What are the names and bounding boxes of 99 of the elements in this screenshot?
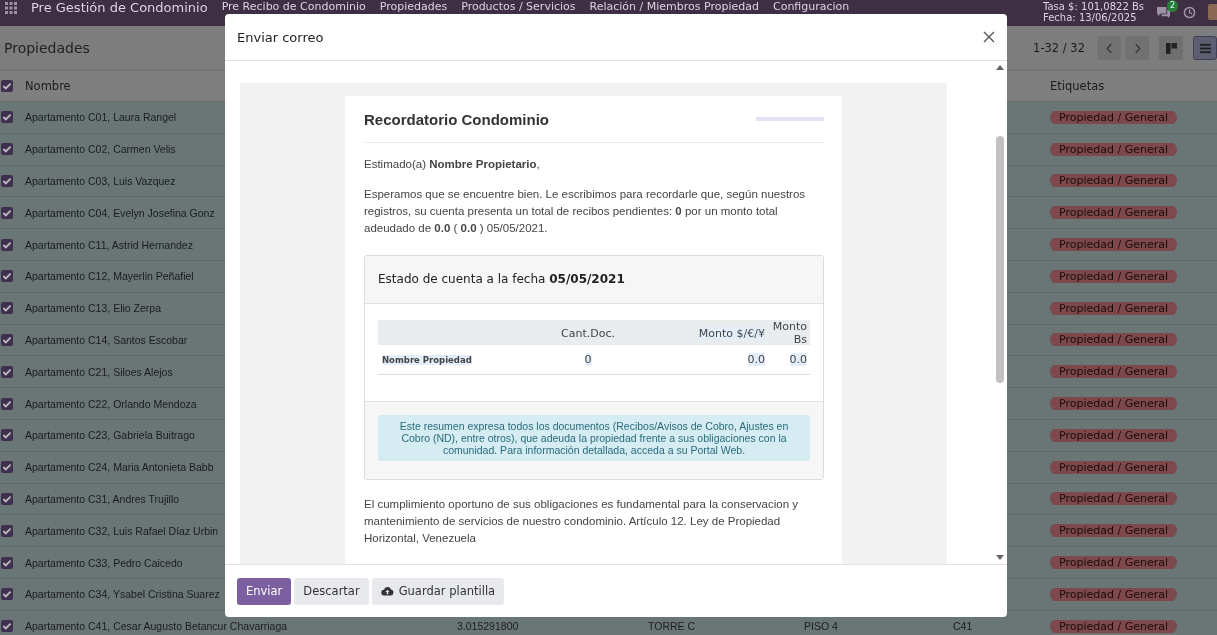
- rate-date: Fecha: 13/06/2025: [1043, 12, 1138, 23]
- pager-value: 1-32 / 32: [1033, 41, 1085, 55]
- table-cell: 3.015291800: [457, 620, 519, 633]
- chat-icon[interactable]: [1156, 5, 1171, 19]
- tag: Propiedad / General: [1050, 269, 1177, 283]
- table-cell: Apartamento C41, Cesar Augusto Betancur Chavarriaga: [25, 620, 288, 633]
- notification-badge: 2: [1166, 0, 1178, 12]
- row-checkbox[interactable]: [1, 111, 13, 124]
- row-checkbox[interactable]: [1, 302, 13, 315]
- up-arrow-icon[interactable]: [996, 65, 1004, 70]
- table-cell: Nombre Propiedad: [382, 355, 472, 365]
- menu-item[interactable]: Propiedades: [379, 1, 448, 13]
- column-header: Monto Bs: [772, 320, 807, 346]
- tag: Propiedad / General: [1050, 206, 1177, 220]
- menu-item[interactable]: Productos / Servicios: [461, 1, 576, 13]
- table-cell: Apartamento C31, Andres Trujillo: [25, 492, 180, 505]
- list-icon: [1199, 42, 1211, 54]
- list-view-button[interactable]: [1193, 36, 1217, 60]
- menu-item[interactable]: Relación / Miembros Propiedad: [589, 1, 759, 13]
- row-checkbox[interactable]: [1, 206, 13, 219]
- row-checkbox[interactable]: [1, 397, 13, 410]
- tag: Propiedad / General: [1050, 492, 1177, 506]
- table-cell: PISO 4: [804, 620, 838, 633]
- menu-item[interactable]: Configuracion: [772, 1, 850, 13]
- tag: Propiedad / General: [1050, 397, 1177, 411]
- tag: Propiedad / General: [1050, 460, 1177, 474]
- table-cell: Apartamento C14, Santos Escobar: [25, 333, 188, 346]
- row-checkbox[interactable]: [1, 238, 13, 251]
- table-cell: Apartamento C22, Orlando Mendoza: [25, 397, 197, 410]
- clock-icon[interactable]: [1183, 5, 1196, 19]
- row-checkbox[interactable]: [1, 588, 13, 601]
- column-header: Cant.Doc.: [561, 326, 615, 340]
- row-checkbox[interactable]: [1, 175, 13, 187]
- table-cell: Apartamento C11, Astrid Hernandez: [25, 238, 193, 251]
- down-arrow-icon[interactable]: [996, 555, 1004, 560]
- row-checkbox[interactable]: [1, 556, 13, 569]
- close-icon[interactable]: [983, 31, 995, 43]
- table-cell: Apartamento C12, Mayerlin Peñafiel: [25, 270, 194, 283]
- table-cell: Apartamento C03, Luis Vazquez: [25, 175, 176, 187]
- table-cell: Apartamento C04, Evelyn Josefina Gonz: [25, 206, 215, 219]
- discard-button[interactable]: Descartar: [294, 577, 369, 605]
- statement-heading: Estado de cuenta a la fecha 05/05/2021: [378, 271, 625, 288]
- menu-item[interactable]: Pre Recibo de Condominio: [221, 1, 366, 13]
- table-cell: Apartamento C01, Laura Rangel: [25, 111, 177, 124]
- app-title[interactable]: Pre Gestión de Condominio: [31, 1, 208, 14]
- dialog-title: Enviar correo: [237, 29, 324, 45]
- row-checkbox[interactable]: [1, 620, 13, 633]
- column-header: Monto $/€/¥: [698, 326, 765, 340]
- table-cell: Apartamento C24, Maria Antonieta Babb: [25, 461, 214, 474]
- page-title: Propiedades: [4, 40, 90, 56]
- chevron-left-icon: [1105, 42, 1113, 54]
- tag: Propiedad / General: [1050, 174, 1177, 188]
- table-cell: Apartamento C13, Elio Zerpa: [25, 302, 161, 315]
- column-header[interactable]: Etiquetas: [1050, 79, 1217, 93]
- scrollbar[interactable]: [995, 65, 1005, 560]
- table-cell: Apartamento C02, Carmen Velis: [25, 143, 176, 156]
- table-cell: Apartamento C33, Pedro Caicedo: [25, 556, 183, 569]
- row-checkbox[interactable]: [1, 270, 13, 283]
- chevron-right-icon: [1133, 42, 1141, 54]
- exchange-rate: Tasa $: 101,0822 Bs: [1043, 1, 1144, 12]
- kanban-icon: [1165, 42, 1177, 54]
- row-checkbox[interactable]: [1, 524, 13, 537]
- table-cell: Apartamento C23, Gabriela Buitrago: [25, 429, 195, 442]
- tag: Propiedad / General: [1050, 428, 1177, 442]
- row-checkbox[interactable]: [1, 143, 13, 156]
- table-cell: C41: [953, 620, 973, 633]
- row-checkbox[interactable]: [1, 429, 13, 442]
- closing-paragraph: El cumplimiento oportuno de sus obligaciones es fundamental para la conservacion y mantenimiento de servicios de nuestro condominio. Artículo 12. Ley de Propiedad Horizontal, Venezuela: [364, 497, 800, 546]
- cloud-upload-icon: [380, 586, 394, 596]
- apps-grid-icon[interactable]: [5, 2, 17, 14]
- save-template-button[interactable]: Guardar plantilla: [371, 577, 505, 605]
- intro-paragraph: Esperamos que se encuentre bien. Le escribimos para recordarle que, según nuestros registros, su cuenta presenta un total de recibos pendientes: 0 por un monto total adeudado de 0.0 ( 0.0 ) 05/05/2021.: [364, 187, 807, 236]
- row-checkbox[interactable]: [1, 365, 13, 378]
- tag: Propiedad / General: [1050, 110, 1177, 124]
- send-button[interactable]: Enviar: [237, 577, 292, 605]
- table-cell: Apartamento C32, Luis Rafael Díaz Urbin: [25, 524, 219, 537]
- tag: Propiedad / General: [1050, 587, 1177, 601]
- table-cell: 0.0: [747, 353, 765, 366]
- tag: Propiedad / General: [1050, 619, 1177, 633]
- kanban-view-button[interactable]: [1159, 36, 1183, 60]
- tag: Propiedad / General: [1050, 556, 1177, 570]
- row-checkbox[interactable]: [1, 492, 13, 505]
- row-checkbox[interactable]: [1, 333, 13, 346]
- table-cell: 0.0: [789, 353, 807, 366]
- table-cell: 0: [584, 353, 592, 366]
- table-cell: Apartamento C21, Siloes Alejos: [25, 365, 173, 378]
- tag: Propiedad / General: [1050, 365, 1177, 379]
- row-checkbox[interactable]: [1, 461, 13, 474]
- tag: Propiedad / General: [1050, 142, 1177, 156]
- table-cell: Apartamento C34, Ysabel Cristina Suarez: [25, 588, 220, 601]
- info-note: Este resumen expresa todos los documentos (Recibos/Avisos de Cobro, Ajustes en Cobro (ND), entre otros), que adeuda la propiedad frente a sus obligaciones con la comunidad. Para información detallada, acceda a su Portal Web.: [378, 415, 810, 461]
- tag: Propiedad / General: [1050, 333, 1177, 347]
- tag: Propiedad / General: [1050, 301, 1177, 315]
- email-title: Recordatorio Condominio: [364, 110, 549, 128]
- select-all-checkbox[interactable]: [1, 80, 13, 92]
- table-cell: TORRE C: [648, 620, 696, 633]
- greeting-text: Estimado(a) Nombre Propietario,: [364, 157, 541, 172]
- tag: Propiedad / General: [1050, 524, 1177, 538]
- tag: Propiedad / General: [1050, 238, 1177, 252]
